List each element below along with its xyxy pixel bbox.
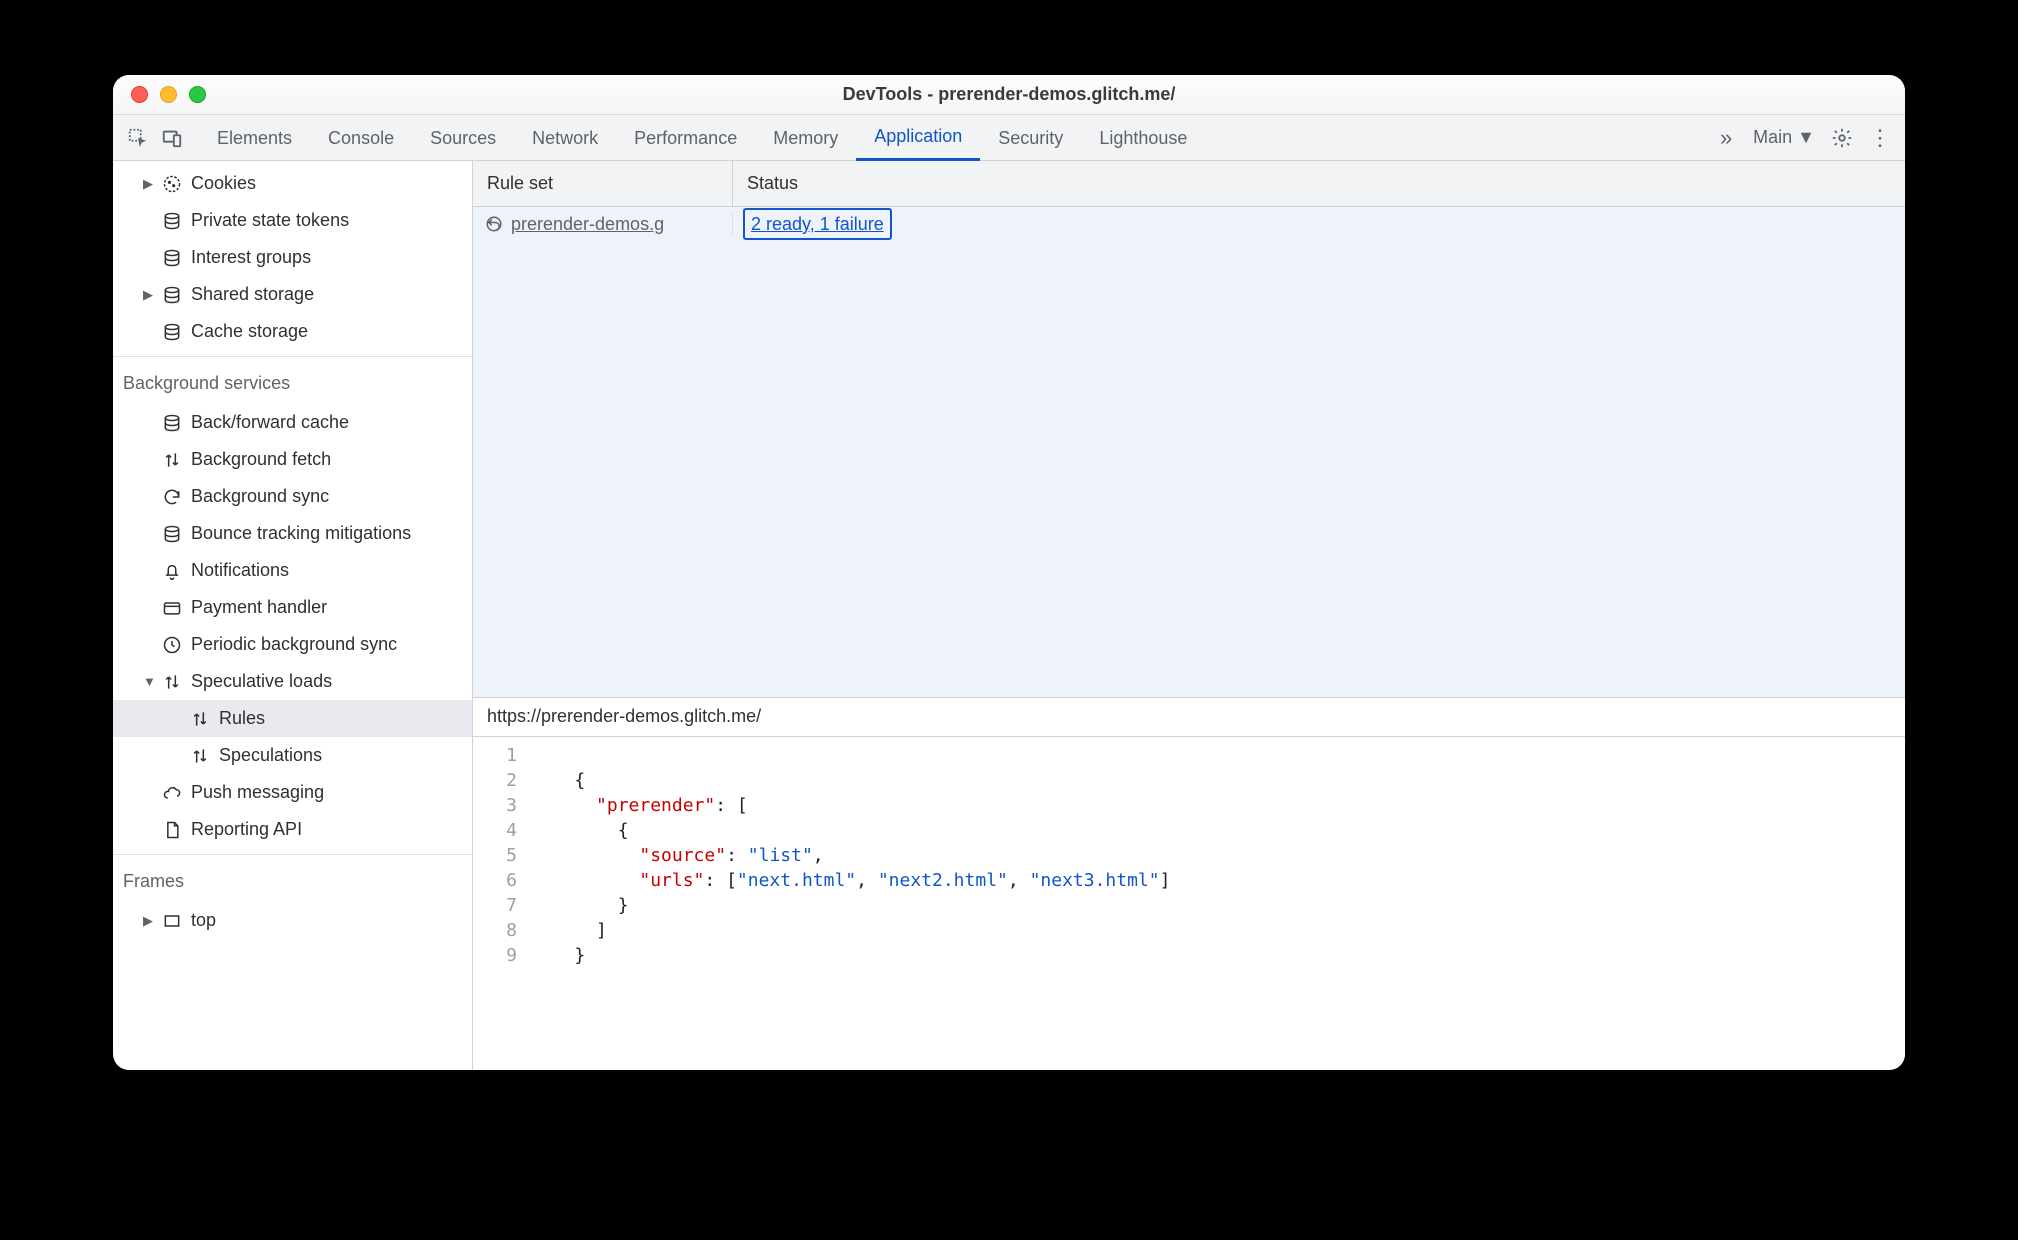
section-background-services: Background services bbox=[113, 363, 472, 400]
toolbar: Elements Console Sources Network Perform… bbox=[113, 115, 1905, 161]
updown-icon bbox=[161, 671, 183, 693]
tab-sources[interactable]: Sources bbox=[412, 115, 514, 161]
sidebar-item-cookies[interactable]: ▶ Cookies bbox=[113, 165, 472, 202]
source-code[interactable]: { "prerender": [ { "source": "list", "ur… bbox=[531, 743, 1170, 1070]
sidebar-item-label: Back/forward cache bbox=[191, 412, 349, 433]
device-toggle-icon[interactable] bbox=[155, 121, 189, 155]
settings-icon[interactable] bbox=[1825, 121, 1859, 155]
card-icon bbox=[161, 597, 183, 619]
sidebar-item-label: Private state tokens bbox=[191, 210, 349, 231]
column-status[interactable]: Status bbox=[733, 161, 1905, 206]
tab-memory[interactable]: Memory bbox=[755, 115, 856, 161]
sidebar-item-label: Cache storage bbox=[191, 321, 308, 342]
sidebar-item-interest-groups[interactable]: Interest groups bbox=[113, 239, 472, 276]
db-icon bbox=[161, 210, 183, 232]
sidebar-item-label: Shared storage bbox=[191, 284, 314, 305]
sidebar-item-payment-handler[interactable]: Payment handler bbox=[113, 589, 472, 626]
updown-icon bbox=[189, 708, 211, 730]
grid-header: Rule set Status bbox=[473, 161, 1905, 207]
inspect-icon[interactable] bbox=[121, 121, 155, 155]
sidebar-item-label: Background sync bbox=[191, 486, 329, 507]
cloud-icon bbox=[161, 782, 183, 804]
sidebar-item-push-messaging[interactable]: Push messaging bbox=[113, 774, 472, 811]
sidebar-item-cache-storage[interactable]: Cache storage bbox=[113, 313, 472, 350]
column-rule-set[interactable]: Rule set bbox=[473, 161, 733, 206]
line-gutter: 1 2 3 4 5 6 7 8 9 bbox=[473, 743, 531, 1070]
chevron-down-icon: ▼ bbox=[1797, 127, 1815, 147]
sidebar-item-periodic-background-sync[interactable]: Periodic background sync bbox=[113, 626, 472, 663]
main-panel: Rule set Status prerender-demos.g 2 rea bbox=[473, 161, 1905, 1070]
tab-elements[interactable]: Elements bbox=[199, 115, 310, 161]
section-frames: Frames bbox=[113, 861, 472, 898]
disclosure-triangle-icon: ▶ bbox=[143, 913, 155, 929]
status-link[interactable]: 2 ready, 1 failure bbox=[743, 208, 892, 240]
sidebar-item-back-forward-cache[interactable]: Back/forward cache bbox=[113, 404, 472, 441]
sidebar-item-reporting-api[interactable]: Reporting API bbox=[113, 811, 472, 848]
sidebar-item-label: Background fetch bbox=[191, 449, 331, 470]
sidebar-item-bounce-tracking-mitigations[interactable]: Bounce tracking mitigations bbox=[113, 515, 472, 552]
tab-network[interactable]: Network bbox=[514, 115, 616, 161]
sidebar-item-label: Periodic background sync bbox=[191, 634, 397, 655]
sidebar-item-private-state-tokens[interactable]: Private state tokens bbox=[113, 202, 472, 239]
db-icon bbox=[161, 321, 183, 343]
more-tabs-icon[interactable]: » bbox=[1709, 121, 1743, 155]
window-title: DevTools - prerender-demos.glitch.me/ bbox=[113, 84, 1905, 105]
sidebar-item-background-sync[interactable]: Background sync bbox=[113, 478, 472, 515]
sidebar-item-shared-storage[interactable]: ▶ Shared storage bbox=[113, 276, 472, 313]
sidebar: ▶ Cookies Private state tokens Interest gro… bbox=[113, 161, 473, 1070]
sidebar-item-top[interactable]: ▶ top bbox=[113, 902, 472, 939]
sidebar-item-label: Interest groups bbox=[191, 247, 311, 268]
db-icon bbox=[161, 247, 183, 269]
sidebar-item-label: Push messaging bbox=[191, 782, 324, 803]
updown-icon bbox=[189, 745, 211, 767]
db-icon bbox=[161, 284, 183, 306]
grid-row[interactable]: prerender-demos.g 2 ready, 1 failure bbox=[473, 207, 1905, 241]
sidebar-item-speculations[interactable]: Speculations bbox=[113, 737, 472, 774]
tab-application[interactable]: Application bbox=[856, 115, 980, 161]
sidebar-item-speculative-loads[interactable]: ▼ Speculative loads bbox=[113, 663, 472, 700]
titlebar: DevTools - prerender-demos.glitch.me/ bbox=[113, 75, 1905, 115]
doc-icon bbox=[161, 819, 183, 841]
devtools-window: DevTools - prerender-demos.glitch.me/ El… bbox=[113, 75, 1905, 1070]
sidebar-item-label: Speculations bbox=[219, 745, 322, 766]
tab-performance[interactable]: Performance bbox=[616, 115, 755, 161]
sidebar-item-background-fetch[interactable]: Background fetch bbox=[113, 441, 472, 478]
sidebar-item-notifications[interactable]: Notifications bbox=[113, 552, 472, 589]
panel-tabs: Elements Console Sources Network Perform… bbox=[199, 115, 1205, 161]
sync-icon bbox=[161, 486, 183, 508]
disclosure-triangle-icon: ▼ bbox=[143, 674, 155, 689]
clock-back-icon bbox=[483, 213, 505, 235]
sidebar-item-label: Notifications bbox=[191, 560, 289, 581]
target-label: Main bbox=[1753, 127, 1792, 147]
cookies-icon bbox=[161, 173, 183, 195]
db-icon bbox=[161, 412, 183, 434]
source-viewer: 1 2 3 4 5 6 7 8 9 { "prerender": [ { "so… bbox=[473, 737, 1905, 1070]
sidebar-item-label: Reporting API bbox=[191, 819, 302, 840]
sidebar-item-label: Bounce tracking mitigations bbox=[191, 523, 411, 544]
clock-icon bbox=[161, 634, 183, 656]
db-icon bbox=[161, 523, 183, 545]
grid-body: prerender-demos.g 2 ready, 1 failure bbox=[473, 207, 1905, 697]
disclosure-triangle-icon: ▶ bbox=[143, 287, 155, 303]
target-selector[interactable]: Main ▼ bbox=[1747, 127, 1821, 148]
sidebar-item-rules[interactable]: Rules bbox=[113, 700, 472, 737]
rule-link[interactable]: prerender-demos.g bbox=[511, 214, 664, 235]
tab-console[interactable]: Console bbox=[310, 115, 412, 161]
updown-icon bbox=[161, 449, 183, 471]
sidebar-item-label: Rules bbox=[219, 708, 265, 729]
tab-lighthouse[interactable]: Lighthouse bbox=[1081, 115, 1205, 161]
sidebar-item-label: Payment handler bbox=[191, 597, 327, 618]
disclosure-triangle-icon: ▶ bbox=[143, 176, 155, 192]
bell-icon bbox=[161, 560, 183, 582]
kebab-menu-icon[interactable]: ⋮ bbox=[1863, 121, 1897, 155]
sidebar-item-label: Speculative loads bbox=[191, 671, 332, 692]
sidebar-item-label: top bbox=[191, 910, 216, 931]
detail-url: https://prerender-demos.glitch.me/ bbox=[473, 697, 1905, 737]
frame-icon bbox=[161, 910, 183, 932]
sidebar-item-label: Cookies bbox=[191, 173, 256, 194]
tab-security[interactable]: Security bbox=[980, 115, 1081, 161]
